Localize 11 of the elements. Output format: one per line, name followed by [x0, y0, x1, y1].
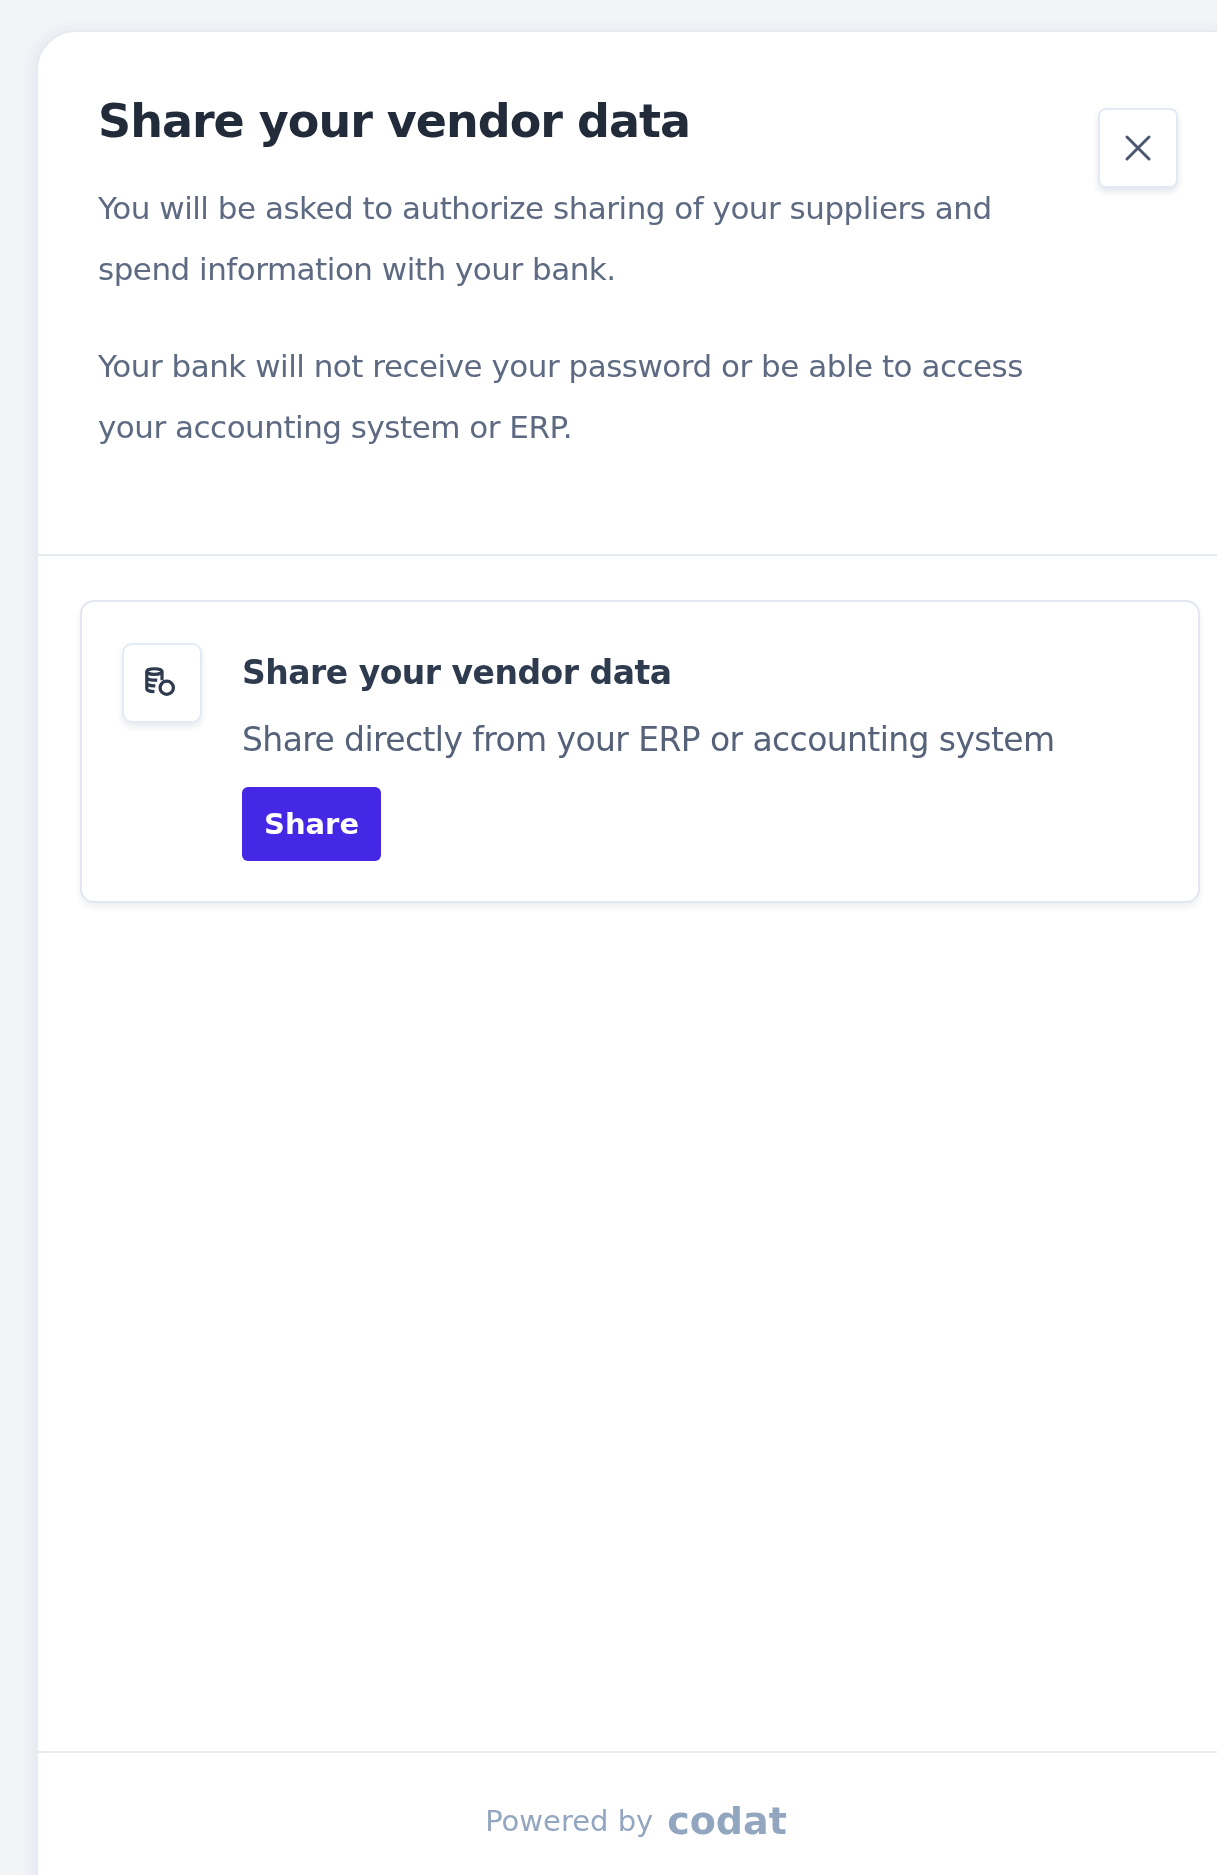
card-description: Share directly from your ERP or accounting system	[242, 720, 1055, 759]
dialog-title: Share your vendor data	[98, 94, 691, 148]
dialog-description: You will be asked to authorize sharing of your suppliers and spend information with your bank.	[98, 189, 993, 289]
close-icon	[1123, 133, 1153, 163]
powered-by-text: Powered by	[485, 1803, 654, 1838]
coins-icon	[122, 643, 202, 723]
close-button[interactable]	[1098, 108, 1178, 188]
dialog-description: Your bank will not receive your password or be able to access your accounting system or ERP.	[98, 347, 1024, 447]
brand-logo: codat	[667, 1798, 787, 1843]
card-title: Share your vendor data	[242, 653, 672, 692]
share-button[interactable]: Share	[242, 787, 382, 861]
